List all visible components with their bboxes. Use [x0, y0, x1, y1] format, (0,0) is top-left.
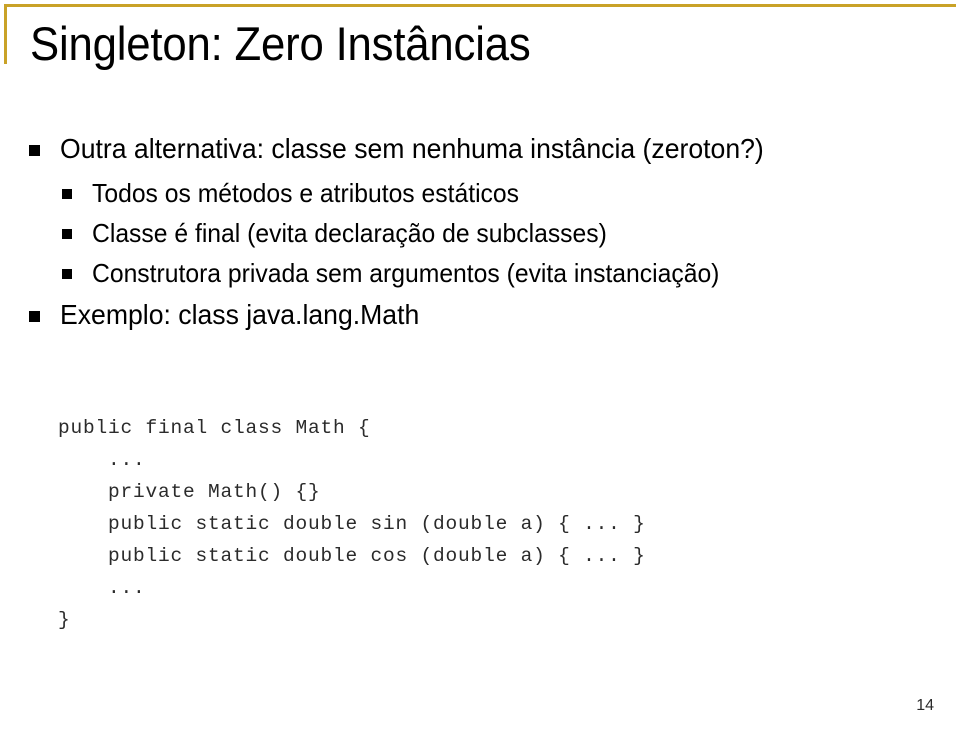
code-block: public final class Math { ... private Ma… [58, 416, 646, 631]
square-bullet-icon [29, 311, 40, 322]
accent-rule-top [4, 4, 956, 7]
slide-number: 14 [916, 697, 934, 714]
slide-title: Singleton: Zero Instâncias [30, 17, 531, 70]
square-bullet-icon [62, 269, 72, 279]
bullet-item: Outra alternativa: classe sem nenhuma in… [0, 128, 960, 170]
bullet-label: Exemplo: class java.lang.Math [60, 299, 420, 330]
square-bullet-icon [29, 145, 40, 156]
bullet-item: Exemplo: class java.lang.Math [0, 294, 960, 336]
bullet-label: Todos os métodos e atributos estáticos [92, 178, 519, 208]
bullet-item: Classe é final (evita declaração de subc… [0, 214, 960, 253]
slide: Singleton: Zero Instâncias Outra alterna… [0, 0, 960, 731]
bullet-label: Construtora privada sem argumentos (evit… [92, 258, 720, 288]
bullet-item: Todos os métodos e atributos estáticos [0, 174, 960, 213]
square-bullet-icon [62, 189, 72, 199]
accent-rule-left [4, 4, 7, 64]
bullet-label: Classe é final (evita declaração de subc… [92, 218, 607, 248]
slide-body: Outra alternativa: classe sem nenhuma in… [0, 128, 960, 340]
bullet-item: Construtora privada sem argumentos (evit… [0, 254, 960, 293]
bullet-label: Outra alternativa: classe sem nenhuma in… [60, 133, 764, 164]
square-bullet-icon [62, 229, 72, 239]
